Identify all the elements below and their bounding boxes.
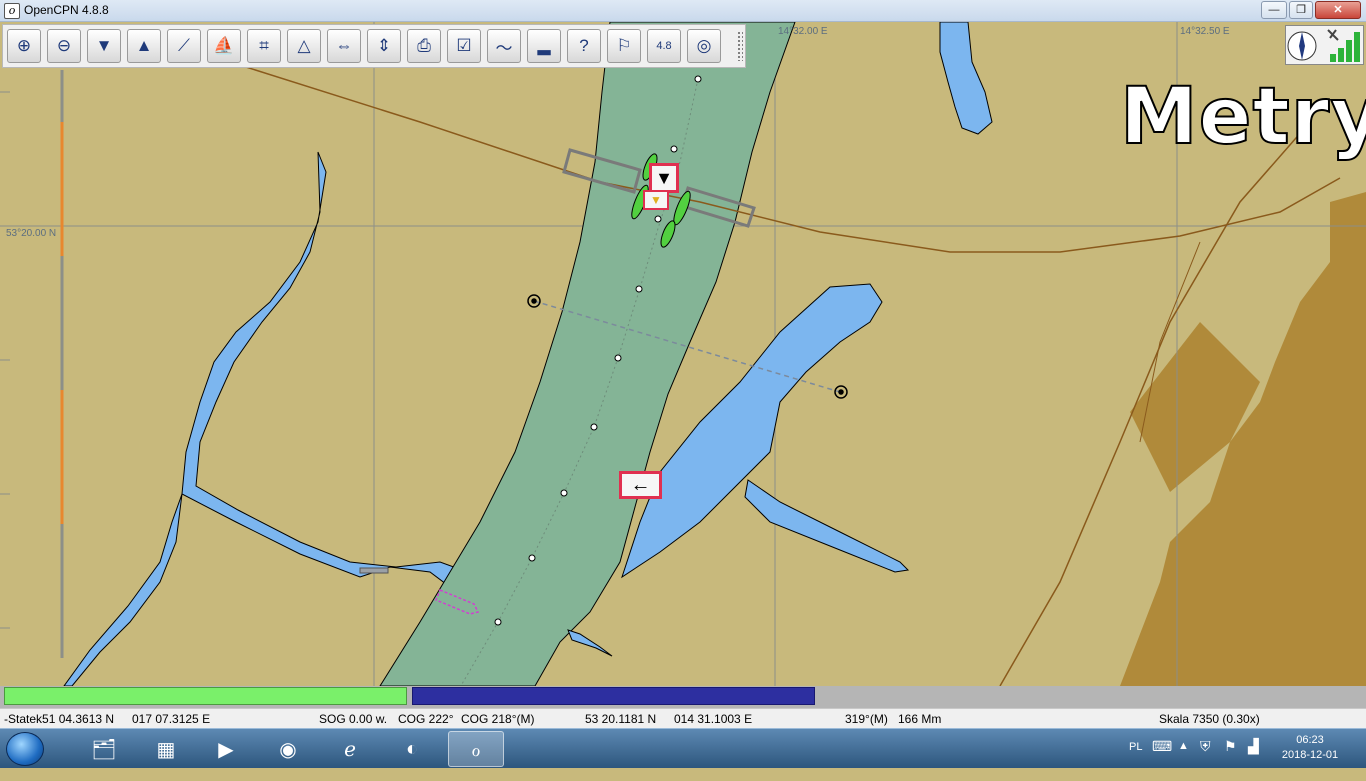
action-center-icon[interactable]: ⚑ — [1224, 738, 1237, 778]
close-button[interactable]: ✕ — [1315, 1, 1361, 19]
settings-button[interactable]: ⇕ — [367, 29, 401, 63]
calculator-icon: ▦ — [156, 738, 176, 761]
network-icon[interactable]: ▟ — [1248, 738, 1259, 778]
sog-readout: SOG 0.00 w. — [319, 712, 388, 726]
measure-icon: ⌗ — [259, 36, 269, 55]
scale-down-icon: ▼ — [95, 36, 113, 55]
zoom-out-button[interactable]: ⊖ — [47, 29, 81, 63]
minimize-button[interactable]: — — [1261, 1, 1287, 19]
ship-position-lon: 017 07.3125 E — [132, 712, 211, 726]
zoom-in-button[interactable]: ⊕ — [7, 29, 41, 63]
cursor-lon-readout: 014 31.1003 E — [674, 712, 753, 726]
chart-quilt-bar-current[interactable] — [4, 687, 407, 705]
taskbar-ie[interactable]: ℯ — [322, 731, 378, 767]
windows-taskbar: 🗂 ▦ ▶ ◉ ℯ ◐ ℴ PL ⌨ ▲ ⛨ ⚑ ▟ 06:23 2018-12-01 — [0, 728, 1366, 768]
mob-icon: ⚐ — [616, 36, 632, 55]
ais-icon: △ — [297, 36, 311, 55]
media-player-icon: ▶ — [218, 738, 234, 761]
taskbar-firefox[interactable]: ◐ — [384, 731, 440, 767]
ais-button[interactable]: △ — [287, 29, 321, 63]
maximize-button[interactable]: ❐ — [1289, 1, 1313, 19]
lifebuoy-icon: ◎ — [696, 36, 712, 55]
lifebuoy-button[interactable]: ◎ — [687, 29, 721, 63]
direction-sign[interactable]: ← — [619, 471, 662, 499]
system-clock[interactable]: 06:23 2018-12-01 — [1270, 733, 1350, 763]
compass-widget[interactable] — [1285, 25, 1364, 65]
taskbar-opencpn[interactable]: ℴ — [448, 731, 504, 767]
help-button[interactable]: ? — [567, 29, 601, 63]
cursor-lat-readout: 53 20.1181 N — [585, 712, 657, 726]
firefox-icon: ◐ — [405, 737, 419, 760]
status-bar: -Statek51 04.3613 N 017 07.3125 E SOG 0.… — [0, 708, 1366, 728]
language-indicator[interactable]: PL — [1129, 741, 1142, 781]
route-manager-icon: ☑ — [456, 36, 472, 55]
main-toolbar: ⊕ ⊖ ▼ ▲ ⟋ ⛵ ⌗ △ ⇔ ⇕ ⎙ ☑ 〜 ▂? ⚐ 4.8 ◎ — [2, 24, 746, 68]
ship-icon: ⛵ — [213, 36, 235, 55]
tide-button[interactable]: ▂ — [527, 29, 561, 63]
clock-date: 2018-12-01 — [1281, 749, 1339, 761]
distance-readout: 166 Mm — [898, 712, 942, 726]
taskbar-calculator[interactable]: ▦ — [138, 731, 194, 767]
print-button[interactable]: ⎙ — [407, 29, 441, 63]
title-bar: o OpenCPN 4.8.8 — ❐ ✕ — [0, 0, 1366, 22]
bridge-clearance-sign[interactable]: ▼ — [643, 190, 669, 210]
settings-icon: ⇕ — [376, 36, 392, 55]
version-icon: 4.8 — [656, 40, 672, 52]
small-bridge — [359, 567, 389, 574]
version-button[interactable]: 4.8 — [647, 29, 681, 63]
tray-expand-icon[interactable]: ▲ — [1178, 740, 1189, 780]
route-icon: ⟋ — [178, 36, 190, 55]
units-watermark: Metry — [1119, 71, 1366, 163]
lon-label-1: 14°32.00 E — [778, 26, 828, 37]
opencpn-icon: ℴ — [471, 738, 481, 761]
route-button[interactable]: ⟋ — [167, 29, 201, 63]
gps-signal-icon — [1327, 29, 1360, 62]
mob-button[interactable]: ⚐ — [607, 29, 641, 63]
track-button[interactable]: 〜 — [487, 29, 521, 63]
ship-button[interactable]: ⛵ — [207, 29, 241, 63]
auto-follow-button[interactable]: ⇔ — [327, 29, 361, 63]
scale-up-icon: ▲ — [135, 36, 153, 55]
route-manager-button[interactable]: ☑ — [447, 29, 481, 63]
bridge-passage-sign[interactable]: ▼ — [649, 163, 679, 193]
lon-label-2: 14°32.50 E — [1180, 26, 1230, 37]
taskbar-chrome[interactable]: ◉ — [260, 731, 316, 767]
chrome-icon: ◉ — [279, 738, 297, 761]
measure-button[interactable]: ⌗ — [247, 29, 281, 63]
help-icon: ? — [579, 36, 589, 55]
opencpn-logo-icon: o — [4, 3, 20, 19]
scale-down-button[interactable]: ▼ — [87, 29, 121, 63]
explorer-icon: 🗂 — [91, 738, 117, 761]
bearing-readout: 319°(M) — [845, 712, 888, 726]
warning-triangle-icon: ▼ — [650, 193, 662, 207]
toolbar-grip[interactable] — [737, 31, 743, 61]
start-button[interactable] — [6, 732, 44, 766]
print-icon: ⎙ — [417, 36, 431, 55]
scale-readout: Skala 7350 (0.30x) — [1159, 712, 1260, 726]
chevron-down-icon: ▼ — [655, 167, 673, 188]
compass-north-icon — [1287, 31, 1317, 61]
keyboard-icon[interactable]: ⌨ — [1152, 738, 1172, 778]
track-icon: 〜 — [495, 38, 513, 58]
chart-quilt-bar-other[interactable] — [412, 687, 815, 705]
ie-icon: ℯ — [344, 738, 356, 761]
ship-position-lat: -Statek51 04.3613 N — [4, 712, 115, 726]
zoom-out-icon: ⊖ — [56, 36, 72, 55]
taskbar-explorer[interactable]: 🗂 — [76, 731, 132, 767]
zoom-in-icon: ⊕ — [16, 36, 32, 55]
security-icon[interactable]: ⛨ — [1200, 738, 1211, 778]
taskbar-media-player[interactable]: ▶ — [198, 731, 254, 767]
arrow-left-icon: ← — [630, 473, 651, 496]
scale-up-button[interactable]: ▲ — [127, 29, 161, 63]
cog-mag-readout: COG 218°(M) — [461, 712, 535, 726]
clock-time: 06:23 — [1296, 734, 1324, 746]
lat-label: 53°20.00 N — [6, 228, 57, 239]
auto-follow-icon: ⇔ — [335, 36, 353, 55]
cog-true-readout: COG 222° — [398, 712, 454, 726]
window-title: OpenCPN 4.8.8 — [24, 3, 109, 17]
tide-icon: ▂ — [537, 36, 551, 55]
